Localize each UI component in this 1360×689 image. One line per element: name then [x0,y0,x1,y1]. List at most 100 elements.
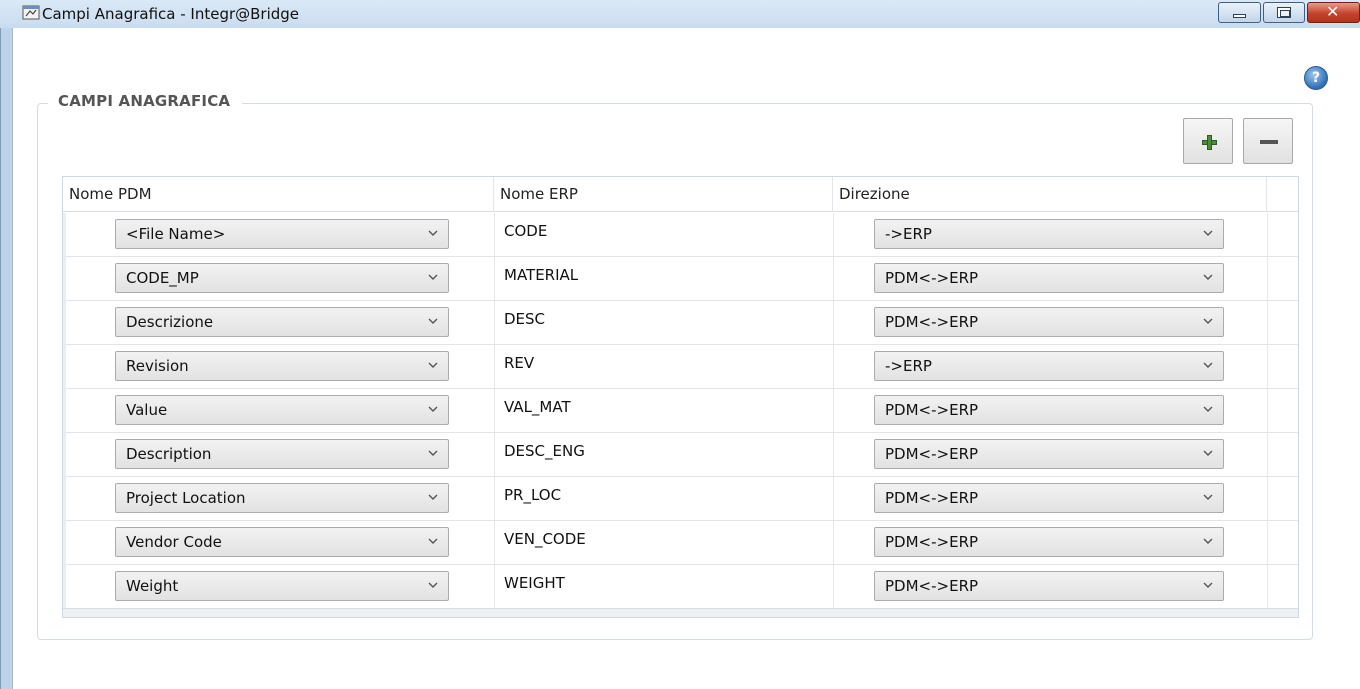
row-header[interactable] [63,565,66,609]
row-header[interactable] [63,257,66,301]
chevron-down-icon [428,582,438,588]
grid-header: Nome PDM Nome ERP Direzione [63,177,1298,212]
column-divider [1267,477,1268,521]
pdm-field-dropdown[interactable]: Value [115,395,449,425]
row-header[interactable] [63,477,66,521]
pdm-field-value: Vendor Code [126,533,222,551]
pdm-field-dropdown[interactable]: Project Location [115,483,449,513]
direction-dropdown[interactable]: PDM<->ERP [874,439,1224,469]
erp-field-name[interactable]: REV [504,354,534,372]
grid-horizontal-scrollbar[interactable] [63,608,1298,617]
erp-field-name[interactable]: MATERIAL [504,266,578,284]
erp-field-name[interactable]: WEIGHT [504,574,565,592]
direction-value: PDM<->ERP [885,577,979,595]
erp-field-name[interactable]: VEN_CODE [504,530,586,548]
erp-field-name[interactable]: VAL_MAT [504,398,571,416]
direction-dropdown[interactable]: PDM<->ERP [874,571,1224,601]
column-divider [833,477,834,521]
column-divider [494,477,495,521]
plus-icon-vertical [1207,135,1212,150]
pdm-field-value: <File Name> [126,225,226,243]
pdm-field-dropdown[interactable]: Revision [115,351,449,381]
chevron-down-icon [428,538,438,544]
column-header-nome-erp[interactable]: Nome ERP [494,177,833,212]
table-row[interactable]: Value VAL_MAT PDM<->ERP [63,389,1298,433]
chevron-down-icon [1203,494,1213,500]
table-row[interactable]: Description DESC_ENG PDM<->ERP [63,433,1298,477]
app-window-icon [22,5,40,20]
chevron-down-icon [1203,406,1213,412]
chevron-down-icon [428,318,438,324]
chevron-down-icon [1203,450,1213,456]
column-divider [833,389,834,433]
column-divider [1267,301,1268,345]
pdm-field-dropdown[interactable]: Weight [115,571,449,601]
pdm-field-dropdown[interactable]: <File Name> [115,219,449,249]
erp-field-name[interactable]: DESC_ENG [504,442,585,460]
row-header[interactable] [63,433,66,477]
column-divider [1267,345,1268,389]
title-bar[interactable]: Campi Anagrafica - Integr@Bridge ✕ [0,0,1360,28]
pdm-field-dropdown[interactable]: Vendor Code [115,527,449,557]
direction-value: PDM<->ERP [885,445,979,463]
row-header[interactable] [63,213,66,257]
column-header-direzione[interactable]: Direzione [833,177,1267,212]
direction-dropdown[interactable]: PDM<->ERP [874,395,1224,425]
column-divider [1267,257,1268,301]
direction-dropdown[interactable]: PDM<->ERP [874,263,1224,293]
direction-dropdown[interactable]: PDM<->ERP [874,483,1224,513]
direction-dropdown[interactable]: PDM<->ERP [874,307,1224,337]
column-divider [494,389,495,433]
chevron-down-icon [1203,230,1213,236]
remove-row-button[interactable] [1243,118,1293,164]
table-row[interactable]: Revision REV ->ERP [63,345,1298,389]
minimize-icon [1233,14,1246,18]
table-row[interactable]: Descrizione DESC PDM<->ERP [63,301,1298,345]
direction-value: PDM<->ERP [885,533,979,551]
group-title: CAMPI ANAGRAFICA [48,92,243,110]
column-divider [494,433,495,477]
column-divider [494,301,495,345]
help-icon[interactable]: ? [1304,66,1328,90]
column-divider [833,345,834,389]
pdm-field-dropdown[interactable]: Descrizione [115,307,449,337]
pdm-field-value: Revision [126,357,189,375]
direction-dropdown[interactable]: ->ERP [874,351,1224,381]
pdm-field-dropdown[interactable]: Description [115,439,449,469]
table-row[interactable]: Vendor Code VEN_CODE PDM<->ERP [63,521,1298,565]
row-header[interactable] [63,521,66,565]
column-divider [1267,565,1268,609]
close-button[interactable]: ✕ [1307,2,1360,23]
erp-field-name[interactable]: DESC [504,310,545,328]
minus-icon [1260,140,1278,144]
chevron-down-icon [1203,582,1213,588]
direction-dropdown[interactable]: ->ERP [874,219,1224,249]
chevron-down-icon [428,450,438,456]
column-header-nome-pdm[interactable]: Nome PDM [63,177,494,212]
pdm-field-dropdown[interactable]: CODE_MP [115,263,449,293]
chevron-down-icon [428,494,438,500]
direction-dropdown[interactable]: PDM<->ERP [874,527,1224,557]
add-row-button[interactable] [1183,118,1233,164]
table-row[interactable]: Weight WEIGHT PDM<->ERP [63,565,1298,609]
column-divider [494,213,495,257]
row-header[interactable] [63,345,66,389]
window-title: Campi Anagrafica - Integr@Bridge [42,5,300,23]
pdm-field-value: Description [126,445,212,463]
table-row[interactable]: CODE_MP MATERIAL PDM<->ERP [63,257,1298,301]
chevron-down-icon [1203,538,1213,544]
column-divider [833,257,834,301]
direction-value: PDM<->ERP [885,401,979,419]
pdm-field-value: Project Location [126,489,246,507]
table-row[interactable]: Project Location PR_LOC PDM<->ERP [63,477,1298,521]
column-divider [833,301,834,345]
erp-field-name[interactable]: PR_LOC [504,486,561,504]
table-row[interactable]: <File Name> CODE ->ERP [63,213,1298,257]
pdm-field-value: CODE_MP [126,269,199,287]
minimize-button[interactable] [1218,2,1261,23]
row-header[interactable] [63,389,66,433]
erp-field-name[interactable]: CODE [504,222,547,240]
row-header[interactable] [63,301,66,345]
column-divider [1267,521,1268,565]
maximize-button[interactable] [1263,2,1305,23]
